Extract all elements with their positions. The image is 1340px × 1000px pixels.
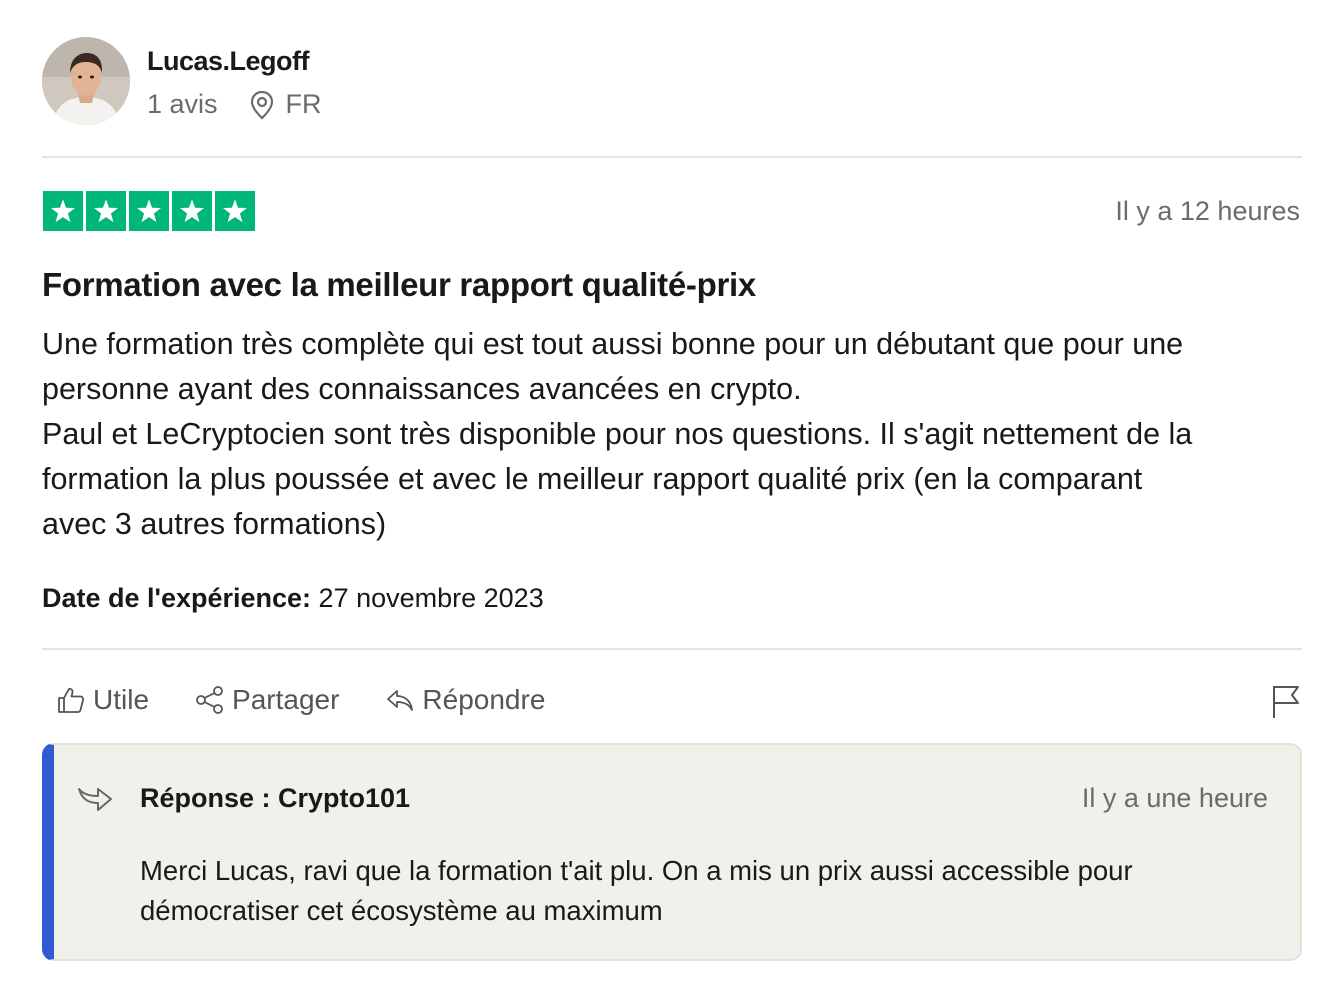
useful-label: Utile xyxy=(93,684,150,715)
header-divider xyxy=(42,156,1302,158)
review-body-line: personne ayant des connaissances avancée… xyxy=(42,372,802,406)
reply-title: Réponse : Crypto101 xyxy=(140,783,411,813)
share-label: Partager xyxy=(232,684,340,715)
reply-time: Il y a une heure xyxy=(1081,783,1268,813)
star-icon xyxy=(129,191,169,231)
review-body-line: formation la plus poussée et avec le mei… xyxy=(42,462,1143,496)
reply-arrow-icon xyxy=(78,788,112,811)
reply-text-line: Merci Lucas, ravi que la formation t'ait… xyxy=(140,855,1133,886)
location-pin-icon xyxy=(250,90,273,119)
review-body-line: Paul et LeCryptocien sont très disponibl… xyxy=(42,417,1193,451)
share-icon xyxy=(196,686,223,714)
reviewer-header: Lucas.Legoff 1 avis FR xyxy=(42,37,322,125)
reply-label: Répondre xyxy=(422,684,546,715)
reply-button[interactable]: Répondre xyxy=(385,684,545,716)
review-actions: Utile Partager Répondre xyxy=(56,684,591,716)
user-info: Lucas.Legoff 1 avis FR xyxy=(147,42,322,120)
thumbs-up-icon xyxy=(58,688,85,713)
star-icon xyxy=(43,191,83,231)
review-body-line: avec 3 autres formations) xyxy=(42,507,387,541)
review-title[interactable]: Formation avec la meilleur rapport quali… xyxy=(42,266,756,304)
reviewer-meta: 1 avis FR xyxy=(147,89,322,120)
avatar[interactable] xyxy=(42,37,130,125)
experience-date: Date de l'expérience: 27 novembre 2023 xyxy=(42,583,544,614)
useful-button[interactable]: Utile xyxy=(56,684,149,716)
star-icon xyxy=(172,191,212,231)
actions-divider xyxy=(42,648,1302,650)
reply-arrow-icon xyxy=(387,690,414,711)
experience-label: Date de l'expérience: xyxy=(42,583,312,613)
star-icon xyxy=(86,191,126,231)
review-body: Une formation très complète qui est tout… xyxy=(42,322,1310,547)
star-icon xyxy=(215,191,255,231)
star-rating xyxy=(43,191,255,231)
experience-value: 27 novembre 2023 xyxy=(311,583,544,613)
reviewer-name[interactable]: Lucas.Legoff xyxy=(147,46,322,77)
company-reply: Réponse : Crypto101 Il y a une heure Mer… xyxy=(42,743,1302,961)
flag-icon[interactable] xyxy=(1270,684,1302,720)
review-time: Il y a 12 heures xyxy=(1115,196,1300,226)
review-body-line: Une formation très complète qui est tout… xyxy=(42,327,1184,361)
share-button[interactable]: Partager xyxy=(195,684,339,716)
reviewer-country: FR xyxy=(285,89,322,119)
reply-text-line: démocratiser cet écosystème au maximum xyxy=(140,895,663,926)
review-count: 1 avis xyxy=(147,89,218,119)
reply-text: Merci Lucas, ravi que la formation t'ait… xyxy=(140,851,1133,931)
